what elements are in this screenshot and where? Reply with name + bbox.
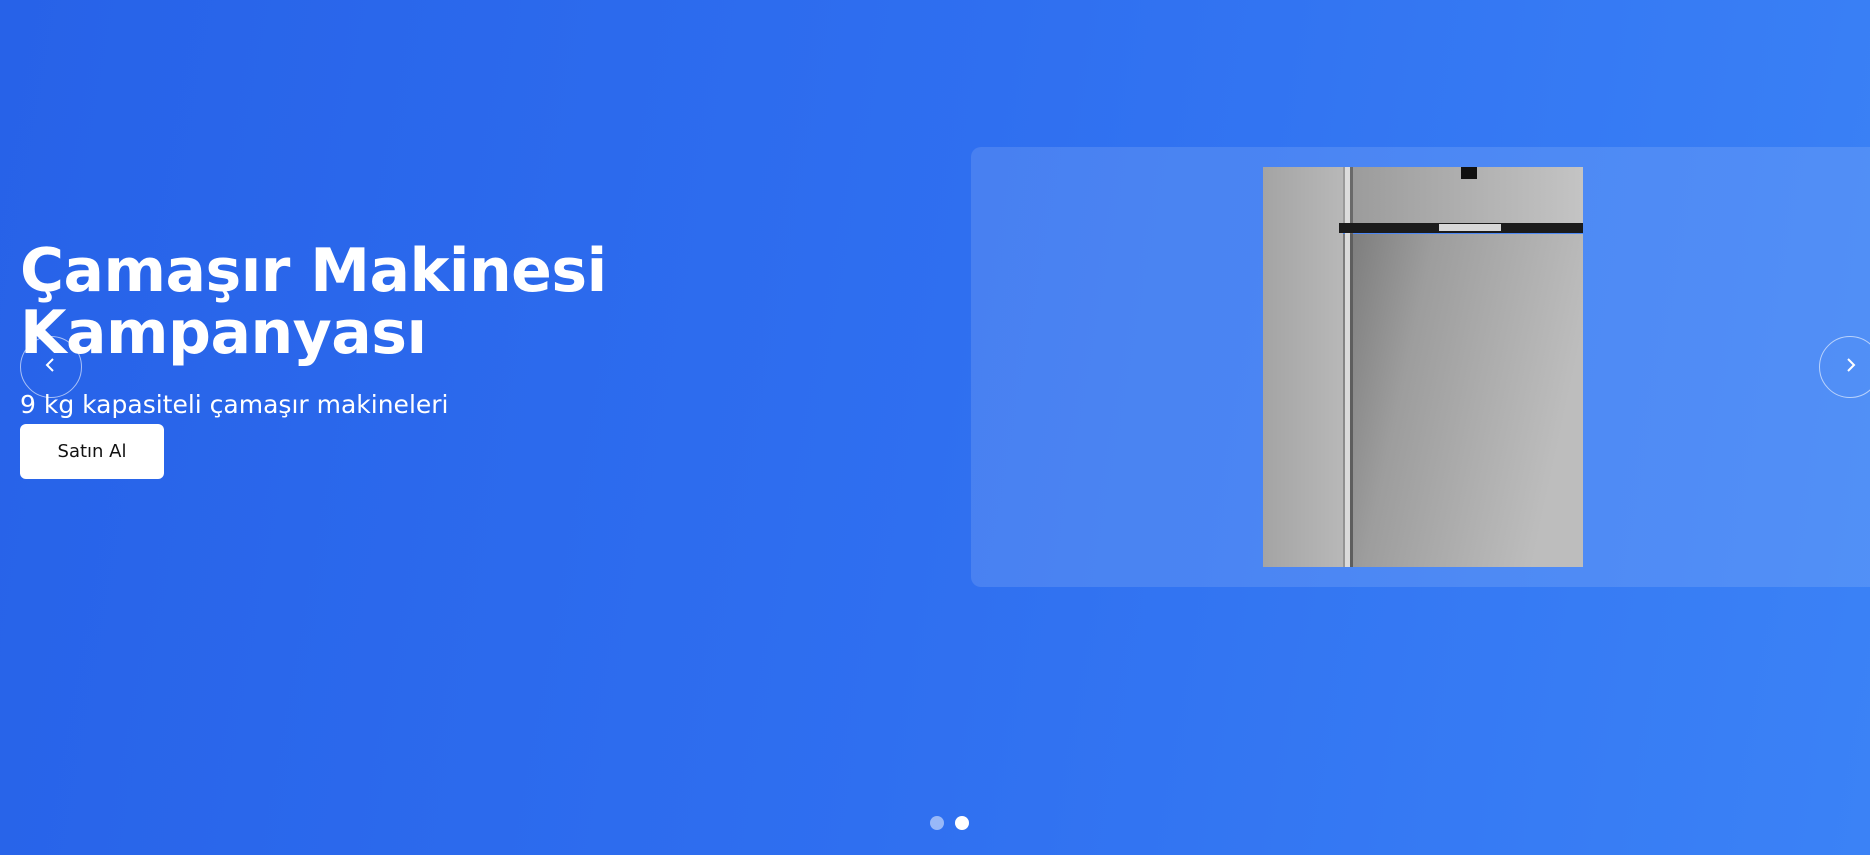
hero-content: Çamaşır Makinesi Kampanyası 9 kg kapasit… bbox=[20, 240, 720, 479]
title-line-1: Çamaşır Makinesi bbox=[20, 236, 607, 306]
page-title: Çamaşır Makinesi Kampanyası bbox=[20, 240, 720, 364]
pagination-dot-2[interactable] bbox=[955, 816, 969, 830]
pagination-dot-1[interactable] bbox=[930, 816, 944, 830]
product-image bbox=[1263, 167, 1583, 567]
product-media-panel bbox=[971, 147, 1870, 587]
hero-banner: Çamaşır Makinesi Kampanyası 9 kg kapasit… bbox=[0, 0, 1870, 855]
carousel-prev-button[interactable] bbox=[20, 336, 82, 398]
title-line-2: Kampanyası bbox=[20, 298, 427, 368]
chevron-right-icon bbox=[1841, 356, 1859, 378]
hero-subtitle: 9 kg kapasiteli çamaşır makineleri bbox=[20, 390, 449, 419]
chevron-left-icon bbox=[42, 356, 60, 378]
carousel-pagination bbox=[930, 816, 969, 830]
buy-button[interactable]: Satın Al bbox=[20, 424, 164, 479]
